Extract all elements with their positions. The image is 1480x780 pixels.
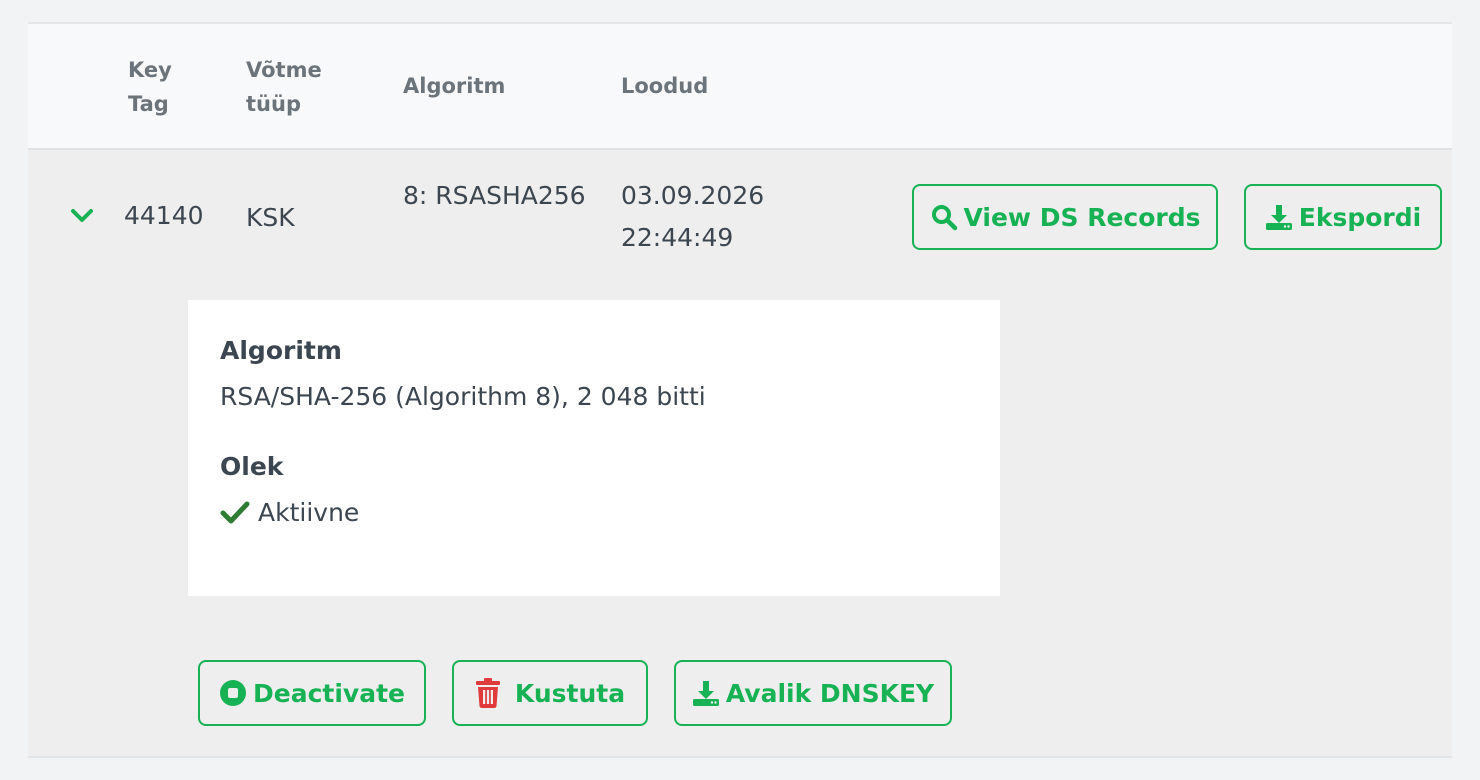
column-header-key-tag: Key Tag <box>128 58 172 116</box>
search-icon <box>931 205 957 231</box>
table-row: 44140 KSK 8: RSASHA256 03.09.2026 22:44:… <box>28 150 1452 758</box>
key-tag-value: 44140 <box>124 201 204 230</box>
download-icon <box>1265 205 1292 230</box>
public-dnskey-button[interactable]: Avalik DNSKEY <box>674 660 952 726</box>
deactivate-label: Deactivate <box>253 678 405 708</box>
algorithm-value: 8: RSASHA256 <box>403 181 586 210</box>
download-icon <box>692 681 719 706</box>
column-header-key-type: Võtme tüüp <box>246 58 322 116</box>
view-ds-records-label: View DS Records <box>963 202 1201 232</box>
deactivate-button[interactable]: Deactivate <box>198 660 426 726</box>
delete-label: Kustuta <box>514 678 626 708</box>
check-icon <box>220 501 250 524</box>
public-dnskey-label: Avalik DNSKEY <box>725 678 935 708</box>
key-details-panel: Algoritm RSA/SHA-256 (Algorithm 8), 2 04… <box>188 300 1000 596</box>
delete-button[interactable]: Kustuta <box>452 660 648 726</box>
table-header: Key Tag Võtme tüüp Algoritm Loodud <box>28 24 1452 150</box>
chevron-down-icon[interactable] <box>68 202 96 230</box>
detail-state-label: Olek <box>220 452 284 481</box>
detail-algorithm-value: RSA/SHA-256 (Algorithm 8), 2 048 bitti <box>220 382 706 411</box>
export-label: Ekspordi <box>1298 202 1422 232</box>
created-value: 03.09.2026 22:44:49 <box>621 181 765 252</box>
key-type-value: KSK <box>246 203 295 232</box>
status-badge: Aktiivne <box>220 496 359 530</box>
detail-state-value: Aktiivne <box>258 498 360 527</box>
column-header-created: Loodud <box>621 74 709 98</box>
view-ds-records-button[interactable]: View DS Records <box>912 184 1218 250</box>
column-header-algorithm: Algoritm <box>403 74 506 98</box>
detail-algorithm-label: Algoritm <box>220 336 342 365</box>
dnssec-keys-table: Key Tag Võtme tüüp Algoritm Loodud 44140… <box>28 22 1452 780</box>
stop-circle-icon <box>220 680 246 706</box>
trash-icon <box>475 678 500 708</box>
export-button[interactable]: Ekspordi <box>1244 184 1442 250</box>
